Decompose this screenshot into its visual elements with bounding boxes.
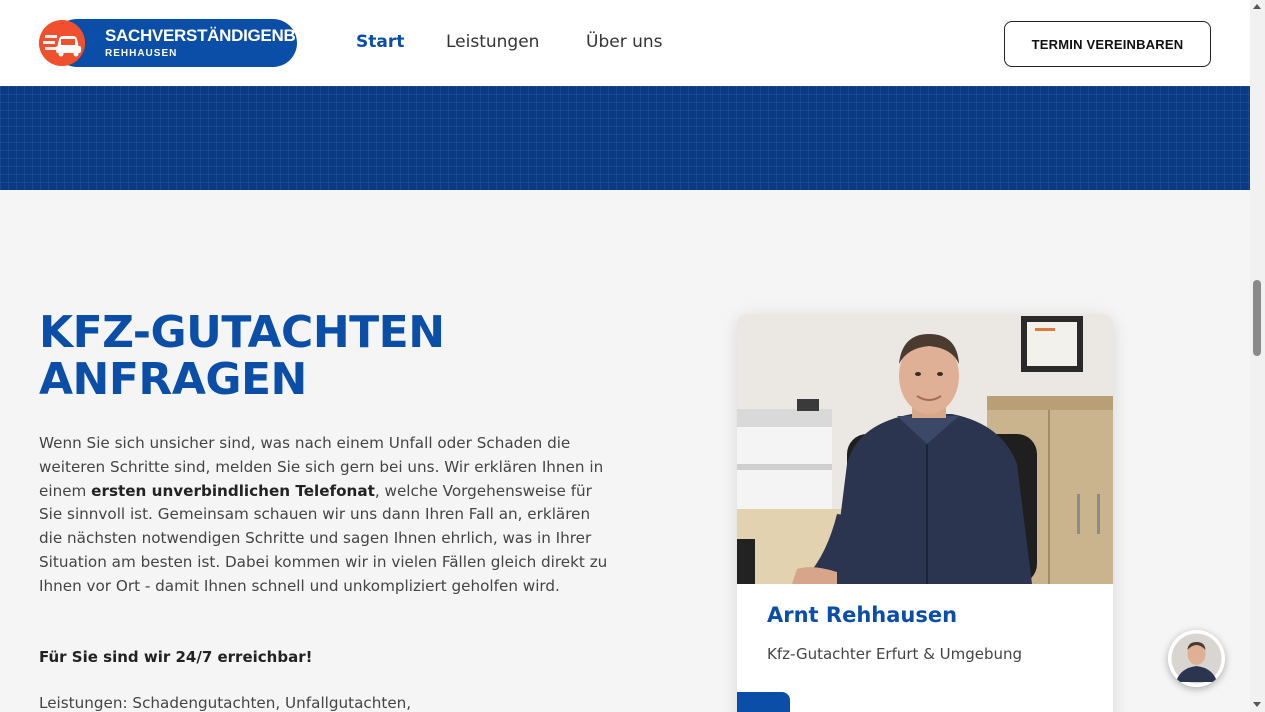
nav-ueber-uns[interactable]: Über uns: [586, 32, 663, 52]
headline-line-1: KFZ-GUTACHTEN: [39, 307, 445, 358]
intro-paragraph: Wenn Sie sich unsicher sind, was nach ei…: [39, 432, 609, 599]
scrollbar[interactable]: [1250, 0, 1265, 712]
scrollbar-thumb[interactable]: [1253, 280, 1261, 356]
logo-pill: SACHVERSTÄNDIGENBÜRO REHHAUSEN: [53, 19, 333, 67]
card-action-button[interactable]: [737, 692, 790, 712]
page-title: KFZ-GUTACHTEN ANFRAGEN: [39, 309, 559, 403]
site-header: SACHVERSTÄNDIGENBÜRO REHHAUSEN Start Lei…: [0, 0, 1250, 86]
logo-subtitle: REHHAUSEN: [105, 48, 178, 59]
headline-line-2: ANFRAGEN: [39, 354, 307, 405]
hero-banner: [0, 86, 1250, 190]
scroll-up-arrow-icon[interactable]: [1253, 4, 1261, 9]
nav-leistungen[interactable]: Leistungen: [446, 32, 539, 52]
termin-vereinbaren-button[interactable]: TERMIN VEREINBAREN: [1004, 21, 1211, 67]
services-text: Leistungen: Schadengutachten, Unfallguta…: [39, 694, 412, 712]
nav-start[interactable]: Start: [356, 32, 404, 52]
expert-name: Arnt Rehhausen: [767, 603, 958, 627]
logo[interactable]: SACHVERSTÄNDIGENBÜRO REHHAUSEN: [39, 19, 333, 67]
scroll-down-arrow-icon[interactable]: [1253, 702, 1261, 707]
expert-card: Arnt Rehhausen Kfz-Gutachter Erfurt & Um…: [737, 314, 1113, 712]
intro-text-bold: ersten unverbindlichen Telefonat: [91, 481, 375, 500]
expert-role: Kfz-Gutachter Erfurt & Umgebung: [767, 645, 1023, 663]
expert-photo: [737, 314, 1113, 584]
chat-avatar-icon[interactable]: [1168, 630, 1225, 687]
availability-text: Für Sie sind wir 24/7 erreichbar!: [39, 648, 313, 666]
logo-title: SACHVERSTÄNDIGENBÜRO: [105, 26, 333, 45]
car-logo-icon: [39, 20, 85, 66]
